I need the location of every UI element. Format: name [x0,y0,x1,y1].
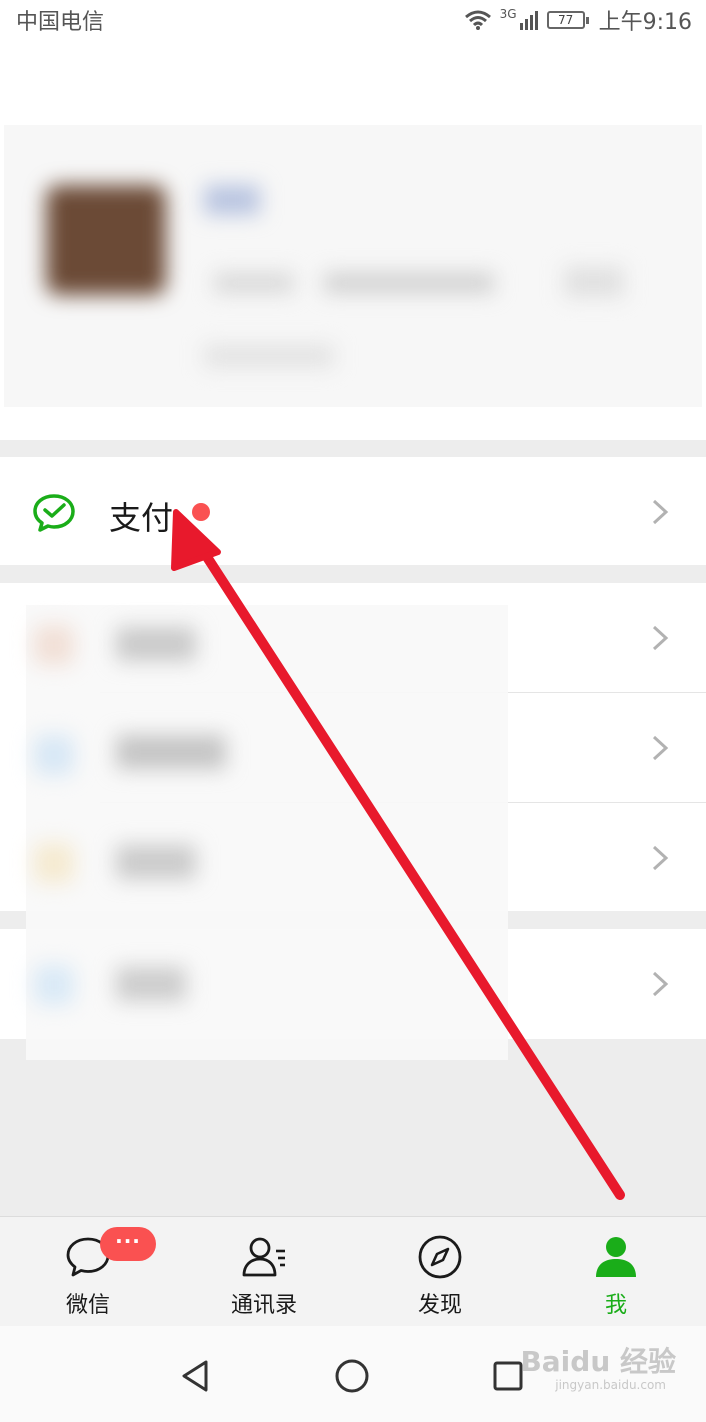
chevron-right-icon [652,735,669,761]
menu-icon-placeholder [34,735,74,775]
chevron-right-icon [652,971,669,997]
network-type: 3G [499,7,517,21]
account-id-placeholder [324,273,494,293]
menu-icon-placeholder [34,843,74,883]
battery-icon: 77 [546,11,589,29]
profile-card[interactable] [4,125,702,407]
home-icon[interactable] [322,1346,382,1406]
menu-label-placeholder [116,735,226,769]
menu-label-placeholder [116,627,196,661]
qr-code-icon [564,267,624,297]
contacts-icon [242,1237,285,1277]
status-bar: 中国电信 3G 77 上午9:16 [0,0,706,36]
tab-discover[interactable]: 发现 [352,1217,528,1327]
tab-label: 发现 [417,1293,462,1318]
menu-item-pay[interactable]: 支付 [0,457,706,565]
tab-me[interactable]: 我 [528,1217,704,1327]
new-dot-badge [192,503,210,521]
unread-badge: ··· [100,1227,156,1261]
wechat-pay-icon [33,494,75,532]
status-indicators: 3G 77 上午9:16 [464,4,692,36]
status-placeholder [204,345,334,367]
tab-label: 微信 [65,1293,110,1318]
tab-contacts[interactable]: 通讯录 [176,1217,352,1327]
compass-icon [418,1235,462,1279]
chevron-right-icon [652,625,669,651]
signal-icon [519,11,538,30]
menu-icon-placeholder [34,625,74,665]
tab-label: 我 [604,1293,627,1318]
menu-icon-placeholder [34,965,74,1005]
menu-label-placeholder [116,845,196,879]
account-id-placeholder [214,273,294,293]
wifi-icon [464,10,491,30]
back-icon[interactable] [166,1346,226,1406]
clock: 上午9:16 [598,10,692,35]
pay-label: 支付 [109,499,174,537]
tab-label: 通讯录 [230,1293,297,1318]
person-icon [596,1237,636,1277]
nickname-placeholder [204,185,260,215]
blurred-overlay [26,605,508,1060]
watermark-url: jingyan.baidu.com [555,1378,666,1392]
avatar [46,185,166,295]
chevron-right-icon [652,845,669,871]
menu-label-placeholder [116,967,186,1001]
carrier-name: 中国电信 [16,10,105,35]
chevron-right-icon [652,499,669,525]
pay-section: 支付 [0,457,706,565]
watermark-logo: Baidu 经验 [520,1345,676,1378]
